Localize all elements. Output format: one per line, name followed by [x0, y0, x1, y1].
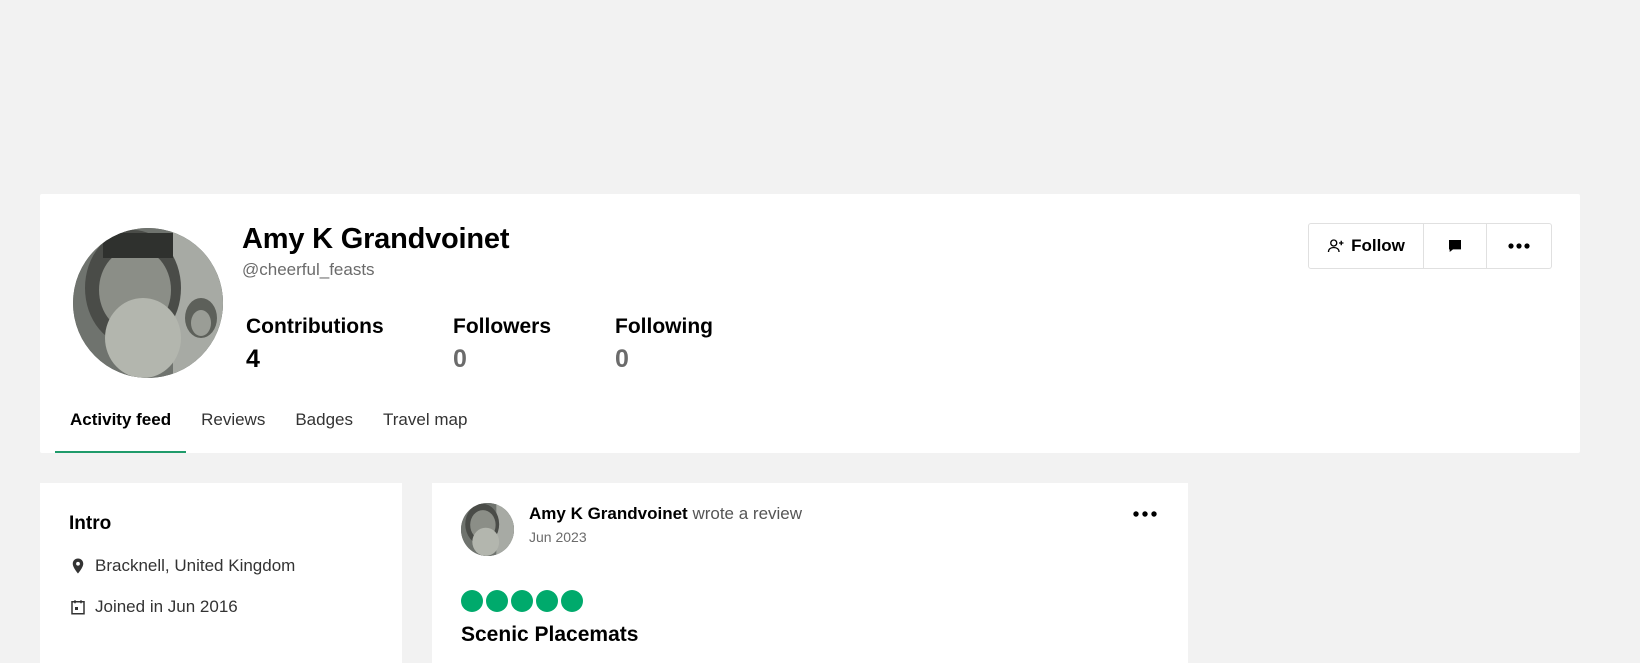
stat-contributions[interactable]: Contributions 4 [246, 315, 384, 374]
more-dots-icon [1133, 511, 1157, 517]
follow-button[interactable]: Follow [1308, 223, 1424, 269]
stat-followers[interactable]: Followers 0 [453, 315, 551, 374]
profile-name: Amy K Grandvoinet [242, 223, 510, 255]
intro-joined: Joined in Jun 2016 [69, 597, 238, 617]
intro-title: Intro [69, 513, 112, 534]
avatar[interactable] [461, 503, 514, 556]
more-options-button[interactable] [1487, 223, 1552, 269]
stat-value: 0 [615, 345, 629, 373]
rating-bubble-icon [486, 590, 508, 612]
tab-badges[interactable]: Badges [280, 402, 368, 453]
profile-handle: @cheerful_feasts [242, 260, 375, 279]
stat-following[interactable]: Following 0 [615, 315, 713, 374]
follow-label: Follow [1351, 236, 1405, 255]
avatar-photo [461, 503, 514, 556]
review-title-link[interactable]: Scenic Placemats [461, 623, 638, 647]
tab-activity-feed[interactable]: Activity feed [55, 402, 187, 453]
stat-label: Followers [453, 315, 552, 338]
rating-bubbles [461, 590, 583, 612]
stat-label: Following [615, 315, 713, 338]
activity-feed-item: Amy K Grandvoinet wrote a review Jun 202… [432, 483, 1188, 663]
feed-action-text: wrote a review [692, 504, 803, 523]
message-button[interactable] [1424, 223, 1487, 269]
location-pin-icon [72, 558, 84, 574]
tab-reviews[interactable]: Reviews [186, 402, 280, 453]
feed-more-button[interactable] [1128, 503, 1162, 525]
joined-text: Joined in Jun 2016 [95, 597, 238, 616]
feed-headline: Amy K Grandvoinet wrote a review [529, 504, 802, 524]
stat-value: 0 [453, 345, 467, 373]
intro-card: Intro Bracknell, United Kingdom Joined i… [40, 483, 402, 663]
rating-bubble-icon [511, 590, 533, 612]
avatar [73, 228, 223, 378]
stat-value: 4 [246, 345, 260, 373]
intro-location: Bracknell, United Kingdom [69, 556, 295, 576]
chat-bubble-icon [1449, 240, 1461, 252]
feed-date: Jun 2023 [529, 529, 587, 545]
profile-actions: Follow [1308, 223, 1552, 269]
rating-bubble-icon [561, 590, 583, 612]
feed-author-link[interactable]: Amy K Grandvoinet [529, 504, 688, 523]
rating-bubble-icon [461, 590, 483, 612]
profile-tabs: Activity feed Reviews Badges Travel map [55, 402, 482, 453]
stat-label: Contributions [246, 315, 384, 338]
location-text: Bracknell, United Kingdom [95, 556, 296, 575]
profile-header-card: Amy K Grandvoinet @cheerful_feasts Contr… [40, 194, 1580, 453]
rating-bubble-icon [536, 590, 558, 612]
tab-travel-map[interactable]: Travel map [368, 402, 482, 453]
avatar-photo [73, 228, 223, 378]
calendar-icon [71, 600, 85, 615]
add-user-icon [1327, 239, 1344, 253]
more-dots-icon [1508, 243, 1530, 249]
